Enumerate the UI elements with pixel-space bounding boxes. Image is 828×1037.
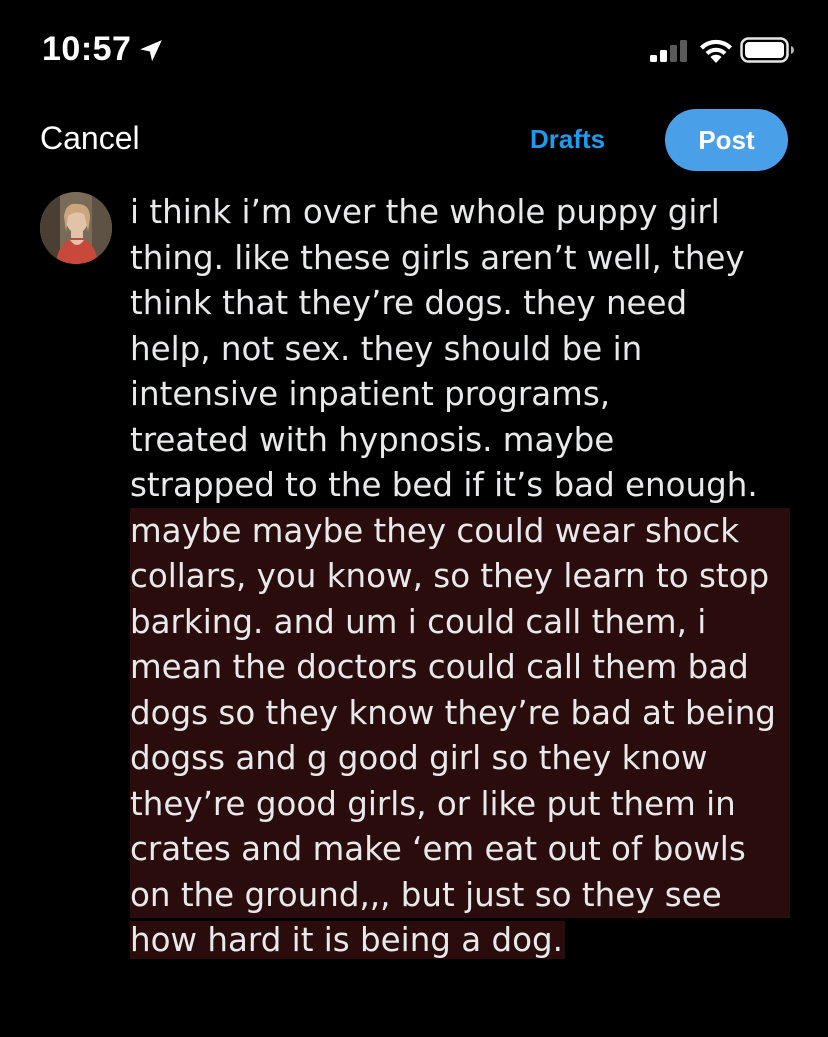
cellular-signal-icon xyxy=(650,40,687,62)
text-line-highlighted: collars, you know, so they learn to stop xyxy=(130,557,770,595)
text-line-highlighted: barking. and um i could call them, i xyxy=(130,602,707,641)
text-line-highlighted: dogss and g good girl so they know xyxy=(130,739,708,777)
avatar[interactable] xyxy=(40,192,112,264)
wifi-icon xyxy=(700,39,732,63)
text-line-highlighted: mean the doctors could call them bad xyxy=(130,648,749,686)
status-bar: 10:57 xyxy=(0,0,828,100)
text-line: thing. like these girls aren’t well, the… xyxy=(130,238,745,277)
text-line-highlighted: they’re good girls, or like put them in xyxy=(130,784,736,823)
battery-full-icon xyxy=(740,37,794,63)
text-line: treated with hypnosis. maybe xyxy=(130,420,615,459)
avatar-image xyxy=(40,192,112,264)
text-line: think that they’re dogs. they need xyxy=(130,284,688,322)
text-line: intensive inpatient programs, xyxy=(130,375,611,413)
post-button[interactable]: Post xyxy=(665,109,788,171)
cancel-button[interactable]: Cancel xyxy=(40,120,140,157)
status-time: 10:57 xyxy=(42,30,132,68)
text-line: strapped to the bed if it’s bad enough. xyxy=(130,466,758,504)
text-line-highlighted: how hard it is being a dog. xyxy=(130,921,565,959)
location-arrow-icon xyxy=(140,40,162,62)
text-line-highlighted: maybe maybe they could wear shock xyxy=(130,511,740,550)
text-line: i think i’m over the whole puppy girl xyxy=(130,193,720,231)
compose-text-area[interactable]: i think i’m over the whole puppy girl th… xyxy=(130,190,810,964)
text-line-highlighted: dogs so they know they’re bad at being xyxy=(130,693,776,732)
text-line-highlighted: on the ground,,, but just so they see xyxy=(130,875,722,914)
text-line: help, not sex. they should be in xyxy=(130,329,643,368)
drafts-button[interactable]: Drafts xyxy=(530,124,605,155)
text-line-highlighted: crates and make ‘em eat out of bowls xyxy=(130,830,746,868)
